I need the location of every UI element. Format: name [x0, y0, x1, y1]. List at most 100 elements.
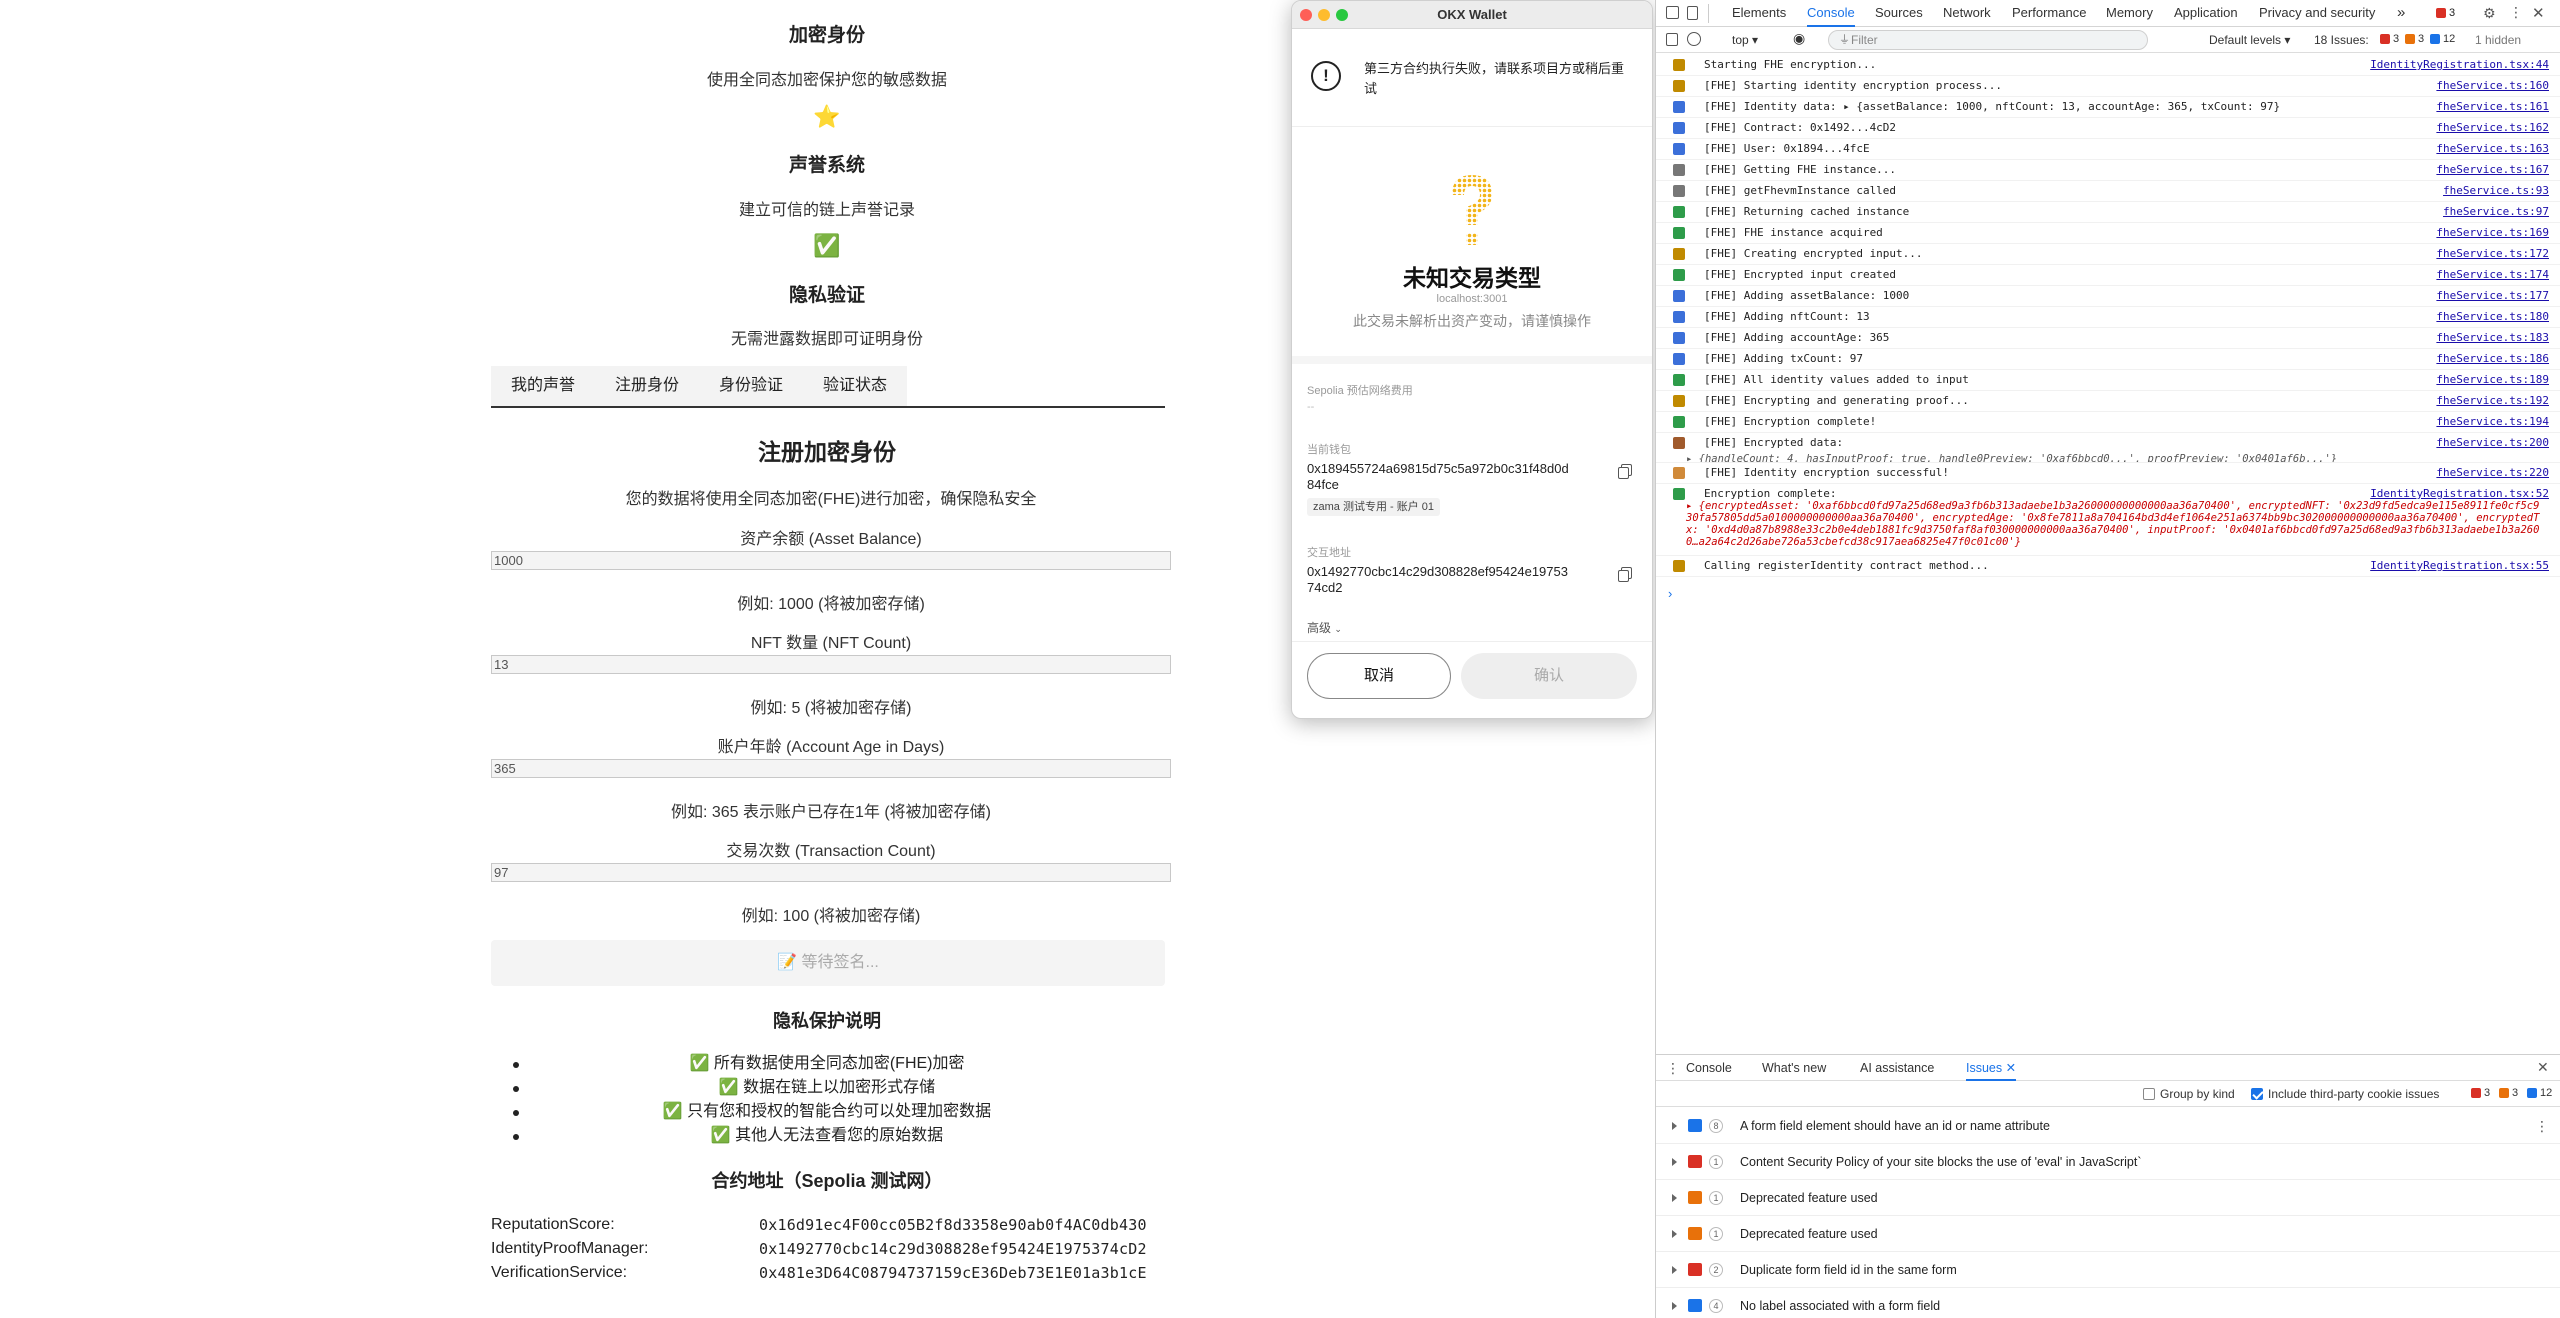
issue-row[interactable]: 1 Content Security Policy of your site bl… [1656, 1144, 2560, 1180]
log-source-link[interactable]: fheService.ts:177 [2436, 286, 2549, 306]
log-row: [FHE] getFhevmInstance called fheService.… [1656, 181, 2560, 202]
issue-row[interactable]: 4 No label associated with a form field [1656, 1288, 2560, 1318]
contracts-list: ReputationScore: 0x16d91ec4F00cc05B2f8d33… [491, 1213, 1163, 1285]
tab-my-reputation[interactable]: 我的声誉 [491, 366, 598, 406]
log-source-link[interactable]: IdentityRegistration.tsx:44 [2370, 55, 2549, 75]
log-source-link[interactable]: fheService.ts:172 [2436, 244, 2549, 264]
kebab-menu-icon[interactable]: ⋮ [2535, 1108, 2549, 1144]
issue-text: Deprecated feature used [1740, 1227, 1878, 1241]
log-emoji-icon [1673, 206, 1685, 218]
log-source-link[interactable]: IdentityRegistration.tsx:55 [2370, 556, 2549, 576]
issue-count: 8 [1709, 1119, 1723, 1133]
drawer-tab-ai-assistance[interactable]: AI assistance [1860, 1055, 1934, 1081]
issue-kind-icon [1688, 1119, 1702, 1132]
tab-sources[interactable]: Sources [1875, 0, 1923, 27]
tab-elements[interactable]: Elements [1732, 0, 1786, 27]
privacy-list: ✅ 所有数据使用全同态加密(FHE)加密 ✅ 数据在链上以加密形式存储 ✅ 只有… [491, 1052, 1163, 1148]
advanced-toggle[interactable]: 高级 ⌄ [1307, 619, 1342, 636]
issue-row[interactable]: 2 Duplicate form field id in the same for… [1656, 1252, 2560, 1288]
cancel-button[interactable]: 取消 [1307, 653, 1451, 699]
issue-red-badge[interactable]: 3 [2380, 33, 2399, 45]
log-source-link[interactable]: fheService.ts:189 [2436, 370, 2549, 390]
log-levels-select[interactable]: Default levels ▾ [2209, 33, 2290, 48]
tab-network[interactable]: Network [1943, 0, 1991, 27]
okx-wallet-popup: OKX Wallet ! 第三方合约执行失败，请联系项目方或稍后重试 未知交易类… [1291, 0, 1653, 719]
issue-orange-badge[interactable]: 3 [2405, 33, 2424, 45]
group-by-kind-checkbox[interactable] [2143, 1088, 2155, 1100]
sidebar-toggle-icon[interactable] [1666, 33, 1678, 46]
log-message: [FHE] Encrypting and generating proof... [1704, 394, 1969, 407]
issue-kind-icon [1688, 1299, 1702, 1312]
issues-count[interactable]: 18 Issues: [2314, 33, 2369, 48]
alert-text: 第三方合约执行失败，请联系项目方或稍后重试 [1364, 61, 1625, 96]
issue-row[interactable]: 8 A form field element should have an id … [1656, 1108, 2560, 1144]
close-icon[interactable]: ✕ [2006, 1061, 2016, 1075]
copy-icon[interactable] [1618, 464, 1632, 479]
feature-title: 加密身份 [788, 25, 865, 46]
tab-privacy-security[interactable]: Privacy and security [2259, 0, 2375, 27]
log-source-link[interactable]: fheService.ts:194 [2436, 412, 2549, 432]
log-source-link[interactable]: fheService.ts:183 [2436, 328, 2549, 348]
tab-register-identity[interactable]: 注册身份 [595, 366, 702, 406]
filter-input[interactable]: Filter [1828, 30, 2148, 50]
log-source-link[interactable]: fheService.ts:93 [2443, 181, 2549, 201]
inspect-icon[interactable] [1666, 6, 1679, 19]
log-source-link[interactable]: fheService.ts:192 [2436, 391, 2549, 411]
issues-badge[interactable]: 3 [2436, 7, 2455, 19]
log-row: [FHE] Encrypted data: ▸ {handleCount: 4, … [1656, 433, 2560, 463]
drawer-tab-whats-new[interactable]: What's new [1762, 1055, 1826, 1081]
tab-performance[interactable]: Performance [2012, 0, 2086, 27]
tx-count-input[interactable] [491, 863, 1171, 882]
third-party-checkbox[interactable] [2251, 1088, 2263, 1100]
log-source-link[interactable]: fheService.ts:162 [2436, 118, 2549, 138]
log-emoji-icon [1673, 122, 1685, 134]
submit-button[interactable]: 📝 等待签名... [491, 940, 1165, 986]
asset-balance-input[interactable] [491, 551, 1171, 570]
log-source-link[interactable]: fheService.ts:200 [2436, 433, 2549, 453]
log-row: [FHE] Starting identity encryption proce… [1656, 76, 2560, 97]
more-tabs-icon[interactable]: » [2397, 0, 2405, 27]
issue-row[interactable]: 1 Deprecated feature used [1656, 1216, 2560, 1252]
issue-row[interactable]: 1 Deprecated feature used [1656, 1180, 2560, 1216]
log-source-link[interactable]: fheService.ts:160 [2436, 76, 2549, 96]
drawer-tab-console[interactable]: Console [1686, 1055, 1732, 1081]
log-emoji-icon [1673, 164, 1685, 176]
tab-verify-status[interactable]: 验证状态 [803, 366, 910, 406]
log-source-link[interactable]: IdentityRegistration.tsx:52 [2370, 484, 2549, 504]
drawer-tab-issues[interactable]: Issues ✕ [1966, 1055, 2017, 1081]
tab-memory[interactable]: Memory [2106, 0, 2153, 27]
eye-icon[interactable]: ◉ [1793, 31, 1805, 46]
issue-text: Content Security Policy of your site blo… [1740, 1155, 2142, 1169]
account-age-input[interactable] [491, 759, 1171, 778]
nft-count-input[interactable] [491, 655, 1171, 674]
log-source-link[interactable]: fheService.ts:174 [2436, 265, 2549, 285]
console-prompt[interactable]: › [1668, 586, 1672, 601]
copy-icon[interactable] [1618, 567, 1632, 582]
star-icon: ⭐ [813, 104, 841, 129]
log-source-link[interactable]: fheService.ts:186 [2436, 349, 2549, 369]
drawer-menu-icon[interactable]: ⋮ [1666, 1060, 1680, 1077]
confirm-button[interactable]: 确认 [1461, 653, 1637, 699]
chevron-right-icon [1672, 1230, 1677, 1238]
log-source-link[interactable]: fheService.ts:161 [2436, 97, 2549, 117]
log-source-link[interactable]: fheService.ts:163 [2436, 139, 2549, 159]
kebab-menu-icon[interactable]: ⋮ [2509, 4, 2523, 21]
tab-application[interactable]: Application [2174, 0, 2238, 27]
bottom-drawer: ⋮ Console What's new AI assistance Issue… [1656, 1054, 2560, 1318]
tx-type: 未知交易类型 [1403, 265, 1541, 291]
field-hint: 例如: 5 (将被加密存储) [750, 700, 912, 717]
log-source-link[interactable]: fheService.ts:167 [2436, 160, 2549, 180]
tab-identity-verify[interactable]: 身份验证 [699, 366, 806, 406]
clear-console-icon[interactable] [1687, 32, 1701, 46]
log-source-link[interactable]: fheService.ts:180 [2436, 307, 2549, 327]
gear-icon[interactable]: ⚙ [2483, 5, 2496, 22]
log-source-link[interactable]: fheService.ts:220 [2436, 463, 2549, 483]
issue-blue-badge[interactable]: 12 [2430, 33, 2455, 45]
tab-console[interactable]: Console [1807, 0, 1855, 27]
device-toggle-icon[interactable] [1687, 6, 1698, 20]
log-source-link[interactable]: fheService.ts:97 [2443, 202, 2549, 222]
context-select[interactable]: top ▾ [1732, 33, 1758, 48]
log-source-link[interactable]: fheService.ts:169 [2436, 223, 2549, 243]
close-drawer-icon[interactable]: ✕ [2537, 1059, 2549, 1076]
close-icon[interactable]: ✕ [2532, 4, 2545, 22]
